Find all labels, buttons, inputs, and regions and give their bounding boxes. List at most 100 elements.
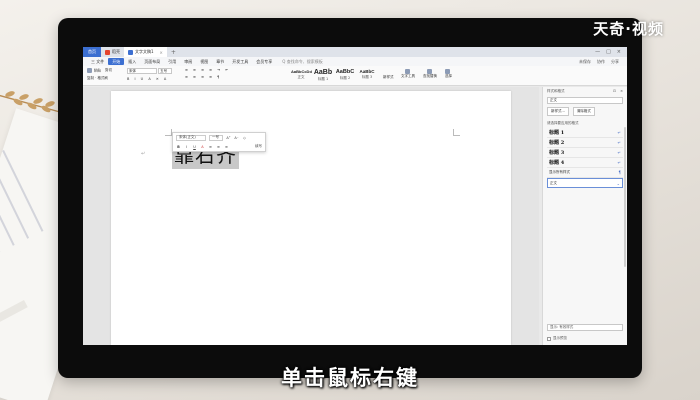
share-button[interactable]: 分享 bbox=[611, 59, 619, 65]
mini-size-select[interactable]: 一号 bbox=[209, 134, 223, 141]
current-style-value: 正文 bbox=[550, 98, 557, 102]
menu-bar: 三 文件 开始 开始 插入 页面布局 引用 审阅 视图 章节 开发工具 会员专享… bbox=[83, 57, 627, 66]
floating-format-toolbar: 宋体(正文) 一号 A⁺ A⁻ ◇ B I U A ≡ ≡ ≡ 续写 bbox=[172, 132, 266, 152]
subtitle-caption: 单击鼠标右键 bbox=[281, 366, 419, 390]
maximize-button[interactable]: □ bbox=[606, 49, 611, 55]
panel-title: 样式和格式 bbox=[547, 88, 565, 93]
bold-button[interactable]: B bbox=[176, 145, 181, 149]
preview-checkbox[interactable]: 显示预览 bbox=[547, 336, 567, 341]
style-list-item[interactable]: 显示所有样式 ¶ bbox=[547, 168, 623, 178]
align-left-button[interactable]: ≡ bbox=[208, 145, 213, 149]
style-item-label: 正文 bbox=[550, 180, 557, 185]
font-size-select[interactable]: 五号 bbox=[158, 68, 173, 74]
underline-button[interactable]: U bbox=[192, 145, 197, 149]
cut-label: 剪切 bbox=[105, 68, 112, 72]
menu-item[interactable]: 页面布局 bbox=[140, 57, 164, 66]
menu-item[interactable]: 插入 bbox=[124, 57, 140, 66]
style-sample-text: AaBbC bbox=[359, 69, 375, 74]
style-item-label: 标题 3 bbox=[549, 150, 565, 156]
menu-item[interactable]: 开始 bbox=[108, 58, 125, 65]
checkbox-box bbox=[547, 336, 551, 341]
daoke-icon bbox=[105, 49, 110, 55]
align-right-button[interactable]: ≡ bbox=[224, 145, 229, 149]
style-heading3[interactable]: AaBbC 标题 3 bbox=[357, 69, 377, 80]
paragraph-group[interactable]: ≡ ≡ ≡ ≡ ⇥ ⇤ ≡ ≡ ≡ ≡ ¶ bbox=[185, 68, 230, 79]
close-window-button[interactable]: × bbox=[617, 49, 621, 55]
menu-file[interactable]: 三 文件 bbox=[87, 57, 108, 66]
tab-daoke[interactable]: 稻壳 bbox=[101, 47, 124, 57]
paragraph-style-icon: ¶ bbox=[618, 170, 621, 175]
style-label: 标题 3 bbox=[361, 75, 373, 79]
font-group: 宋体 五号 B I U A ✕ A bbox=[127, 68, 173, 81]
cut-button[interactable]: 剪切 bbox=[105, 68, 112, 73]
style-item-label: 标题 1 bbox=[549, 130, 565, 136]
document-page[interactable]: ↵ 靠右齐 bbox=[111, 91, 511, 345]
paste-icon bbox=[87, 68, 92, 73]
collaborate-button[interactable]: 协作 bbox=[597, 59, 605, 65]
style-list-item[interactable]: 标题 2 ↵ bbox=[547, 138, 623, 148]
text-tools-label: 文字工具 bbox=[401, 74, 415, 78]
align-center-button[interactable]: ≡ bbox=[216, 145, 221, 149]
copy-label: 复制 bbox=[87, 75, 94, 80]
command-search[interactable]: Q 查找命令、搜索模板 bbox=[282, 59, 322, 65]
style-label: 标题 2 bbox=[339, 76, 351, 80]
copy-button[interactable]: 复制 · 格式刷 bbox=[87, 76, 108, 81]
save-status[interactable]: 未保存 bbox=[579, 59, 591, 65]
grow-font-button[interactable]: A⁺ bbox=[226, 136, 231, 140]
show-filter-select[interactable]: 显示: 有效样式 bbox=[547, 324, 623, 331]
new-style-button[interactable]: 新样式 bbox=[383, 75, 394, 80]
style-list-item-selected[interactable]: 正文 ⌄ bbox=[547, 178, 623, 188]
select-label: 选择 bbox=[445, 74, 452, 78]
select-button[interactable]: 选择 bbox=[445, 69, 452, 79]
find-replace-button[interactable]: 查找替换 bbox=[423, 69, 437, 79]
tab-home[interactable]: 首页 bbox=[83, 47, 101, 57]
style-list-item[interactable]: 标题 4 ↵ bbox=[547, 158, 623, 168]
mini-font-value: 宋体(正文) bbox=[179, 135, 196, 139]
shrink-font-button[interactable]: A⁻ bbox=[234, 136, 239, 140]
style-normal[interactable]: AaBbCcDd 正文 bbox=[291, 69, 312, 80]
clear-format-button[interactable]: ◇ bbox=[242, 136, 247, 140]
menu-right-actions: 未保存 协作 分享 bbox=[579, 59, 627, 65]
margin-corner-mark bbox=[453, 129, 460, 136]
panel-header: 样式和格式 ⊡ × bbox=[543, 87, 627, 95]
new-tab-button[interactable]: + bbox=[167, 49, 180, 56]
font-color-button[interactable]: A bbox=[200, 145, 205, 149]
minimize-button[interactable]: — bbox=[595, 49, 600, 55]
style-sample-text: AaBb bbox=[313, 69, 333, 76]
menu-item[interactable]: 审阅 bbox=[180, 57, 196, 66]
menu-item[interactable]: 章节 bbox=[212, 57, 228, 66]
font-format-buttons[interactable]: B I U A ✕ A bbox=[127, 77, 172, 81]
style-label: 标题 1 bbox=[317, 77, 329, 81]
document-canvas[interactable]: ↵ 靠右齐 bbox=[83, 87, 539, 345]
pin-icon[interactable]: ⊡ bbox=[613, 89, 616, 93]
close-icon[interactable]: × bbox=[620, 89, 623, 93]
paragraph-style-icon: ↵ bbox=[617, 150, 621, 155]
video-watermark: 天奇·视频 bbox=[593, 20, 664, 38]
panel-section-label: 请选择要应用的格式 bbox=[547, 121, 579, 125]
find-replace-label: 查找替换 bbox=[423, 74, 437, 78]
style-heading2[interactable]: AaBbC 标题 2 bbox=[335, 69, 355, 81]
mini-font-select[interactable]: 宋体(正文) bbox=[176, 134, 206, 141]
menu-item[interactable]: 视图 bbox=[196, 57, 212, 66]
style-list-item[interactable]: 标题 1 ↵ bbox=[547, 128, 623, 138]
wps-doc-icon bbox=[128, 49, 133, 55]
tab-label: 稻壳 bbox=[112, 49, 120, 54]
menu-item[interactable]: 会员专享 bbox=[252, 57, 276, 66]
window-controls: — □ × bbox=[595, 49, 627, 55]
font-select[interactable]: 宋体 bbox=[127, 68, 157, 74]
tab-document[interactable]: 文字文稿1 × bbox=[124, 47, 167, 57]
text-tools-button[interactable]: 文字工具 bbox=[401, 69, 415, 79]
italic-button[interactable]: I bbox=[184, 145, 189, 149]
menu-item[interactable]: 引用 bbox=[164, 57, 180, 66]
clear-format-panel-button[interactable]: 清除格式 bbox=[572, 107, 595, 116]
style-sample-text: AaBbCcDd bbox=[291, 69, 312, 74]
style-heading1[interactable]: AaBb 标题 1 bbox=[313, 69, 333, 82]
current-style-field[interactable]: 正文 bbox=[547, 97, 623, 104]
paragraph-style-icon: ↵ bbox=[617, 130, 621, 135]
new-style-panel-button[interactable]: 新样式... bbox=[547, 107, 569, 116]
panel-scrollbar[interactable] bbox=[624, 127, 626, 267]
menu-item[interactable]: 开发工具 bbox=[228, 57, 252, 66]
continue-writing-button[interactable]: 续写 bbox=[255, 144, 262, 149]
tab-close-button[interactable]: × bbox=[160, 50, 163, 55]
style-list-item[interactable]: 标题 3 ↵ bbox=[547, 148, 623, 158]
